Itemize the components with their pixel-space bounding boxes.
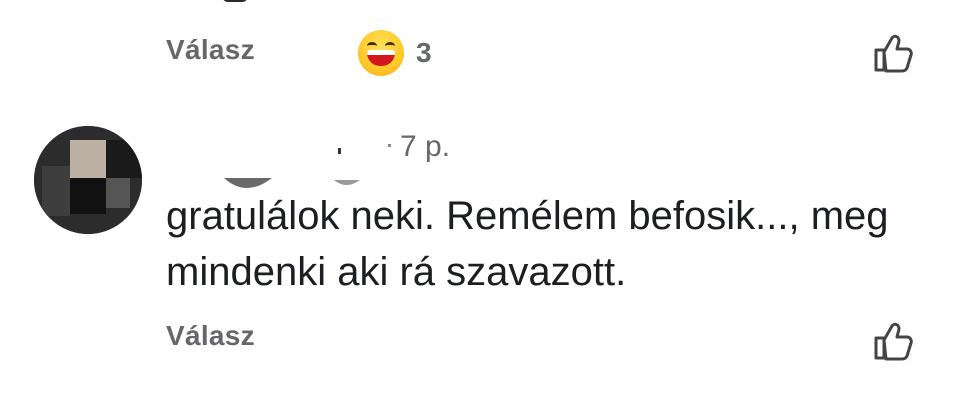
- reaction-count: 3: [416, 37, 432, 68]
- comments-view: Válasz 3 7 p. gratulálok neki. Remélem b…: [0, 0, 970, 406]
- avatar[interactable]: [34, 126, 142, 234]
- previous-comment-text-fragment: [222, 0, 248, 2]
- reply-button[interactable]: Válasz: [166, 320, 255, 352]
- comment-text: gratulálok neki. Remélem befosik..., meg…: [166, 188, 966, 300]
- reaction-summary[interactable]: 3: [358, 30, 432, 76]
- thumbs-up-icon[interactable]: [870, 30, 916, 76]
- author-name-redacted[interactable]: [166, 128, 396, 188]
- reply-button[interactable]: Válasz: [166, 34, 255, 66]
- comment-timestamp[interactable]: 7 p.: [400, 130, 450, 164]
- comment-text-line: mindenki aki rá szavazott.: [166, 250, 627, 294]
- comment-text-line: gratulálok neki. Remélem befosik..., meg: [166, 194, 889, 238]
- laughing-emoji-icon: [358, 30, 404, 76]
- thumbs-up-icon[interactable]: [870, 318, 916, 364]
